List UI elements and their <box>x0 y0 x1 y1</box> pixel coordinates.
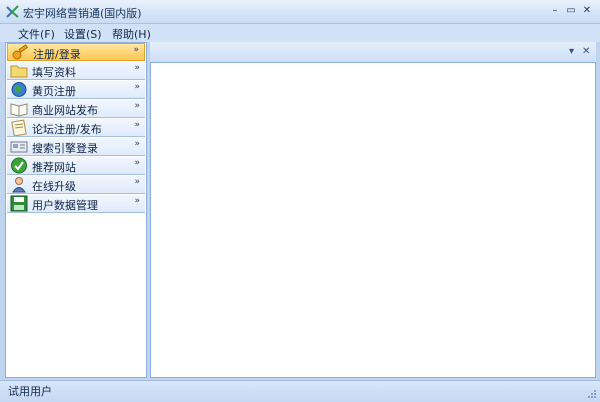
card-icon <box>10 141 28 153</box>
sidebar-item-label: 注册/登录 <box>33 48 81 61</box>
sidebar: 注册/登录 » 填写资料 » 黄页注册 » 商业网站发布 » 论坛注册/发布 » <box>5 42 147 378</box>
panel-close-icon[interactable]: ✕ <box>582 46 590 57</box>
chevron-down-icon: » <box>134 139 140 149</box>
sidebar-item-label: 商业网站发布 <box>32 104 98 117</box>
person-icon <box>12 177 26 193</box>
chevron-down-icon: » <box>133 45 139 55</box>
key-icon <box>12 44 29 60</box>
chevron-down-icon: » <box>134 177 140 187</box>
resize-grip-icon[interactable] <box>587 389 597 399</box>
menu-help[interactable]: 帮助(H) <box>112 26 151 42</box>
sidebar-item-label: 在线升级 <box>32 180 76 193</box>
sidebar-item-forum[interactable]: 论坛注册/发布 » <box>7 119 145 137</box>
sidebar-item-recommended-sites[interactable]: 推荐网站 » <box>7 157 145 175</box>
globe-icon <box>11 82 27 97</box>
sidebar-item-label: 黄页注册 <box>32 85 76 98</box>
sidebar-item-label: 填写资料 <box>32 66 76 79</box>
sidebar-item-yellow-pages[interactable]: 黄页注册 » <box>7 81 145 99</box>
sidebar-item-online-upgrade[interactable]: 在线升级 » <box>7 176 145 194</box>
menu-settings[interactable]: 设置(S) <box>64 26 102 42</box>
book-icon <box>10 103 28 117</box>
menu-bar: 文件(F) 设置(S) 帮助(H) <box>0 24 600 42</box>
sidebar-item-label: 用户数据管理 <box>32 199 98 212</box>
status-user-label: 试用用户 <box>8 385 52 398</box>
folder-icon <box>10 65 28 78</box>
sidebar-item-label: 论坛注册/发布 <box>32 123 102 136</box>
chevron-down-icon: » <box>134 158 140 168</box>
close-button[interactable]: ✕ <box>580 4 594 18</box>
restore-button[interactable]: ▭ <box>564 4 578 18</box>
panel-dropdown-icon[interactable]: ▾ <box>569 46 574 57</box>
window-title: 宏宇网络营销通(国内版) <box>23 7 142 20</box>
sidebar-item-fill-info[interactable]: 填写资料 » <box>7 62 145 80</box>
sidebar-item-register-login[interactable]: 注册/登录 » <box>7 43 145 61</box>
app-logo-icon <box>6 5 19 18</box>
sidebar-item-label: 推荐网站 <box>32 161 76 174</box>
note-icon <box>11 119 27 136</box>
chevron-down-icon: » <box>134 120 140 130</box>
chevron-down-icon: » <box>134 82 140 92</box>
menu-file[interactable]: 文件(F) <box>18 26 55 42</box>
sidebar-item-user-data[interactable]: 用户数据管理 » <box>7 195 145 213</box>
chevron-down-icon: » <box>134 63 140 73</box>
title-bar: 宏宇网络营销通(国内版) – ▭ ✕ <box>0 0 600 24</box>
sidebar-item-search-engines[interactable]: 搜索引擎登录 » <box>7 138 145 156</box>
floppy-icon <box>10 195 28 212</box>
content-area <box>150 62 596 378</box>
status-bar: 试用用户 <box>0 380 600 402</box>
panel-header: ▾ ✕ <box>150 42 596 62</box>
sidebar-item-label: 搜索引擎登录 <box>32 142 98 155</box>
checkmark-icon <box>11 157 27 174</box>
sidebar-item-commercial-sites[interactable]: 商业网站发布 » <box>7 100 145 118</box>
minimize-button[interactable]: – <box>548 4 562 18</box>
chevron-down-icon: » <box>134 101 140 111</box>
chevron-down-icon: » <box>134 196 140 206</box>
